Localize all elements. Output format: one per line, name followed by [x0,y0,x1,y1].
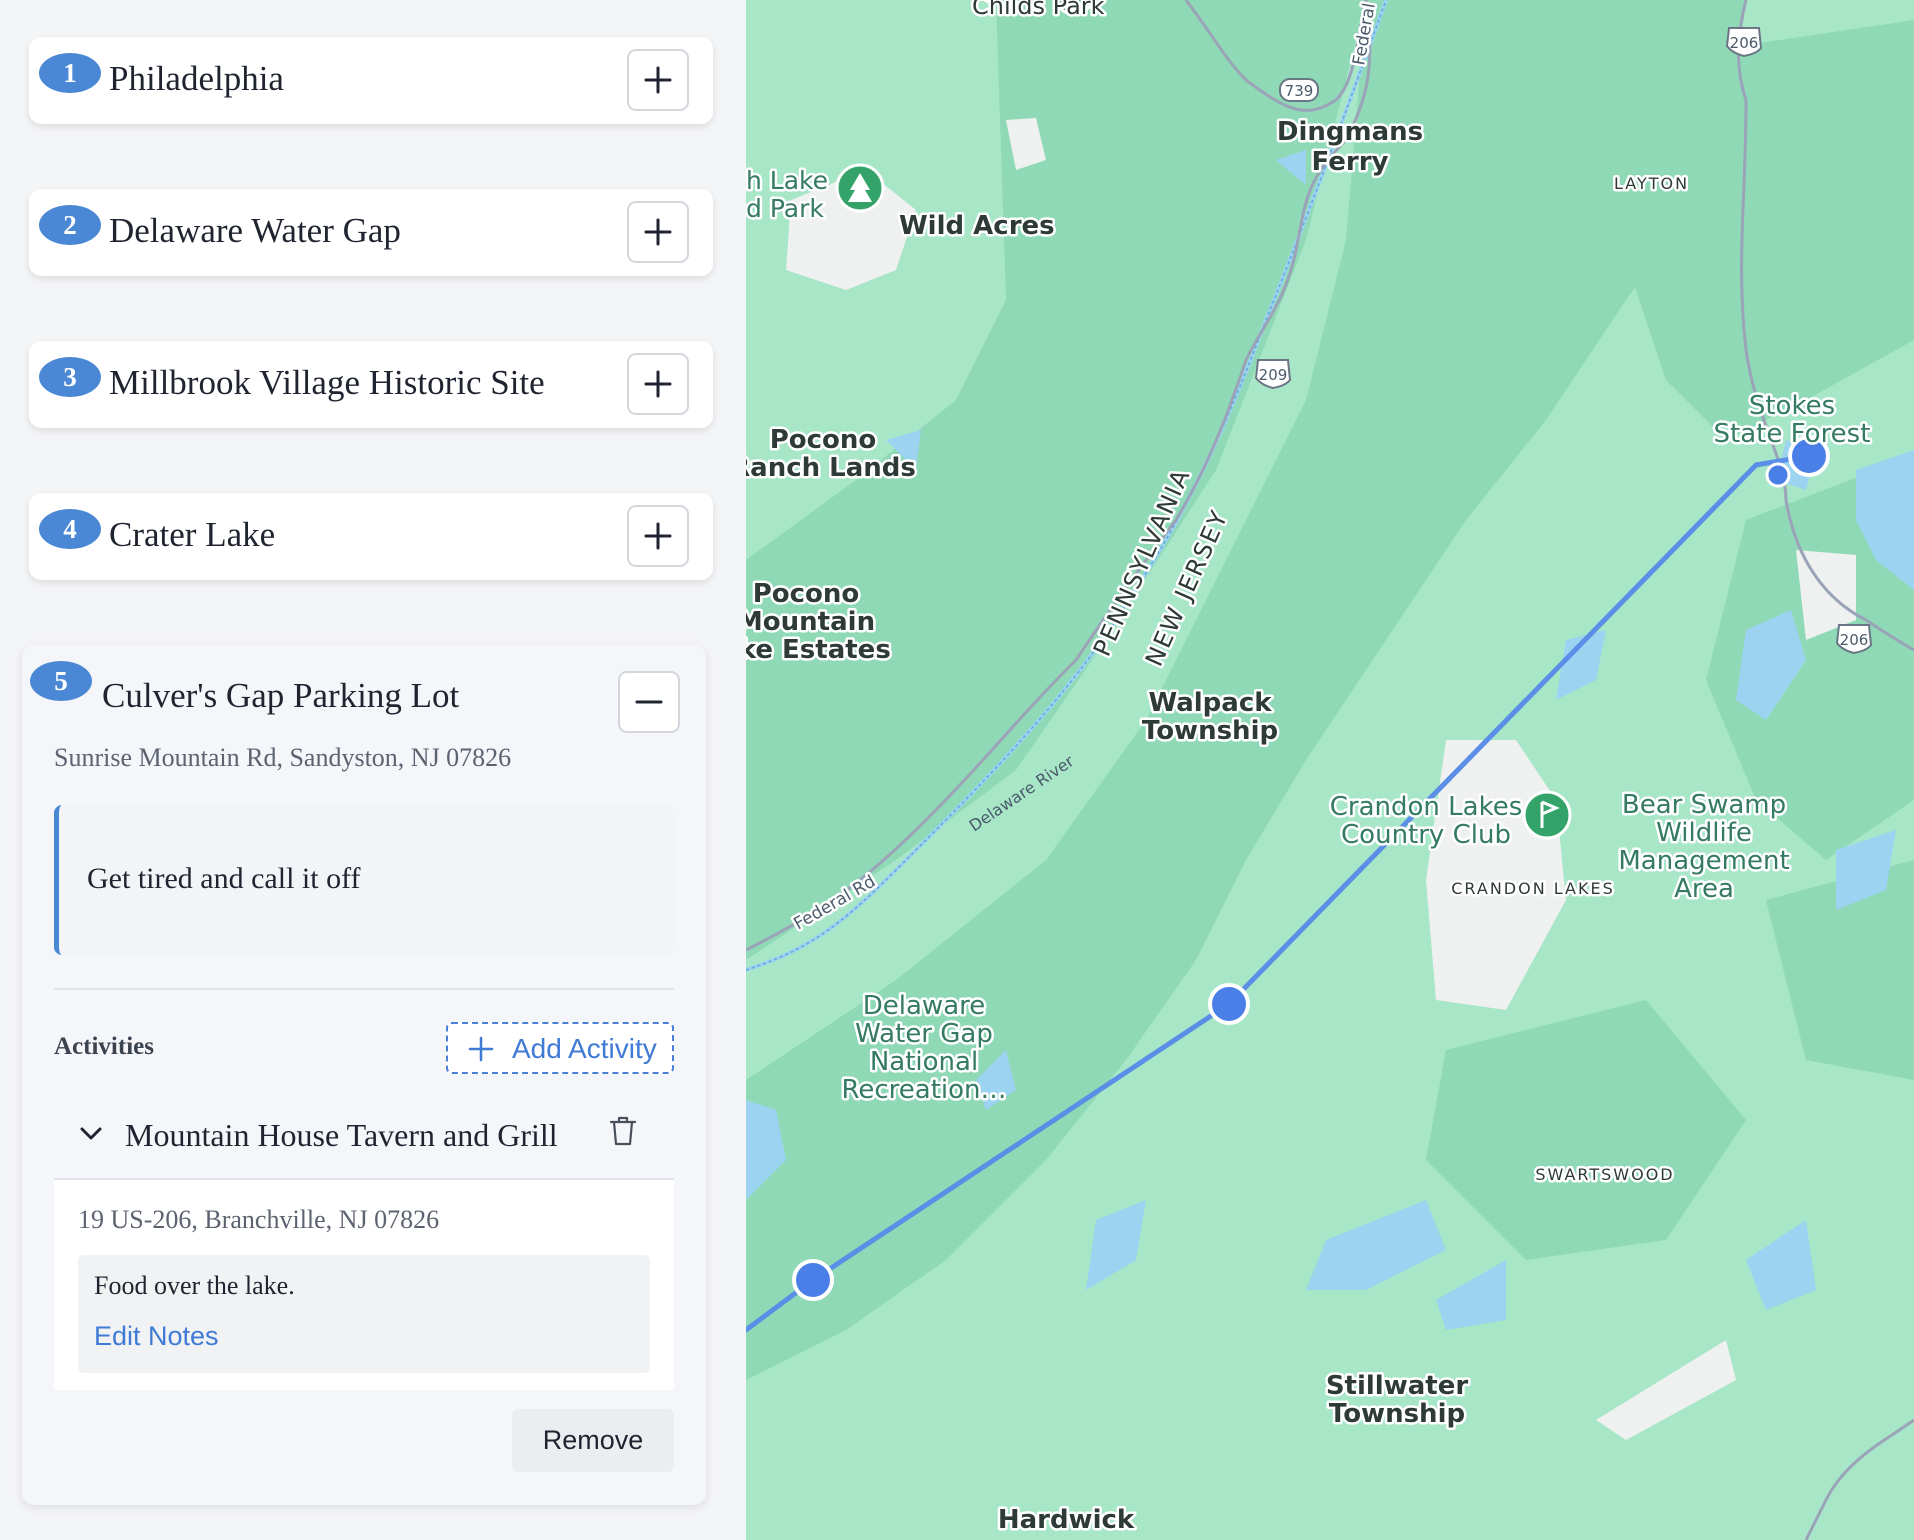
stop-number-badge: 4 [39,509,101,549]
map-label: ake Estates [746,635,891,665]
svg-text:206: 206 [1730,34,1759,52]
svg-text:739: 739 [1285,82,1314,100]
stop-address: Sunrise Mountain Rd, Sandyston, NJ 07826 [54,743,512,772]
activity-address: 19 US-206, Branchville, NJ 07826 [78,1205,440,1234]
activities-heading: Activities [54,1033,154,1060]
map-label: SWARTSWOOD [1535,1165,1674,1184]
route-waypoint[interactable] [1765,462,1791,488]
edit-notes-link[interactable]: Edit Notes [94,1321,219,1352]
stop-number-badge: 5 [30,661,92,701]
expand-button[interactable] [627,49,689,111]
map-label: Pocono [770,425,877,455]
map-label: Township [1329,1399,1465,1429]
stop-title: Millbrook Village Historic Site [109,363,545,402]
map-label: National [870,1047,978,1077]
map-label: Management [1618,846,1789,876]
stop-title: Philadelphia [109,59,284,98]
map-label: Childs Park [972,0,1105,20]
svg-text:209: 209 [1259,366,1288,384]
add-activity-button[interactable]: Add Activity [446,1022,674,1074]
stop-card-5-expanded: 5 Culver's Gap Parking Lot Sunrise Mount… [22,645,706,1505]
route-shield: 206 [1725,27,1763,58]
map-label: Dingmans [1277,117,1423,147]
expand-button[interactable] [627,201,689,263]
map-label: State Forest [1714,419,1871,449]
map-label: Bear Swamp [1622,790,1786,820]
add-activity-label: Add Activity [512,1033,657,1064]
map-label: Recreation… [841,1075,1006,1105]
plus-icon [644,522,672,550]
map-label: Wildlife [1656,818,1752,848]
stop-note-text: Get tired and call it off [87,862,361,895]
route-marker[interactable] [1208,983,1250,1025]
route-shield: 209 [1254,359,1292,390]
map-label: Delaware [863,991,985,1021]
map-label: Ranch Lands [746,453,916,483]
plus-icon [468,1036,494,1062]
itinerary-sidebar: 1 Philadelphia 2 Delaware Water Gap 3 Mi… [0,0,746,1540]
stop-card-3[interactable]: 3 Millbrook Village Historic Site [29,341,713,428]
stop-card-1[interactable]: 1 Philadelphia [29,37,713,124]
activity-notes-text: Food over the lake. [94,1271,295,1300]
map-label: Crandon Lakes [1330,792,1523,822]
stop-title: Crater Lake [109,515,276,554]
map-label: Stillwater [1326,1371,1469,1401]
map-label: Country Club [1341,820,1511,850]
map-label: Water Gap [855,1019,993,1049]
plus-icon [644,218,672,246]
map-canvas[interactable]: 206 739 209 206 Childs Park Dingmans Fer… [746,0,1914,1540]
map-label: Area [1674,874,1734,904]
map-label: Township [1142,716,1278,746]
activity-title[interactable]: Mountain House Tavern and Grill [125,1117,558,1154]
map-label: Mountain [746,607,875,637]
trash-icon[interactable] [610,1116,636,1146]
activity-details: 19 US-206, Branchville, NJ 07826 Food ov… [54,1180,674,1390]
expand-button[interactable] [627,353,689,415]
map-label: Wild Acres [899,211,1055,241]
tree-pin-icon[interactable] [835,163,885,213]
stop-note[interactable]: Get tired and call it off [54,805,674,955]
stop-card-4[interactable]: 4 Crater Lake [29,493,713,580]
map-label: Stokes [1749,391,1835,421]
remove-button[interactable]: Remove [512,1409,674,1472]
map-label: h Lake [746,166,828,195]
stop-title: Delaware Water Gap [109,211,401,250]
stop-card-2[interactable]: 2 Delaware Water Gap [29,189,713,276]
stop-number-badge: 3 [39,357,101,397]
minus-icon [635,700,663,704]
map-label: LAYTON [1614,174,1689,193]
stop-title: Culver's Gap Parking Lot [102,676,460,715]
map-label: Walpack [1148,688,1272,718]
stop-number-badge: 1 [39,53,101,93]
plus-icon [644,66,672,94]
map-view[interactable]: 206 739 209 206 Childs Park Dingmans Fer… [746,0,1914,1540]
chevron-down-icon[interactable] [80,1127,102,1141]
collapse-button[interactable] [618,671,680,733]
divider [54,988,674,990]
map-label: CRANDON LAKES [1451,879,1615,898]
map-label: Hardwick [998,1505,1135,1535]
golf-pin-icon[interactable] [1522,790,1572,840]
map-label: d Park [746,194,824,223]
stop-number-badge: 2 [39,205,101,245]
expand-button[interactable] [627,505,689,567]
route-marker[interactable] [792,1259,834,1301]
route-shield: 206 [1835,624,1873,655]
activity-notes: Food over the lake. Edit Notes [78,1255,650,1373]
map-label: Ferry [1312,147,1389,177]
plus-icon [644,370,672,398]
svg-text:206: 206 [1840,631,1869,649]
route-shield: 739 [1279,78,1319,102]
map-label: Pocono [753,579,860,609]
